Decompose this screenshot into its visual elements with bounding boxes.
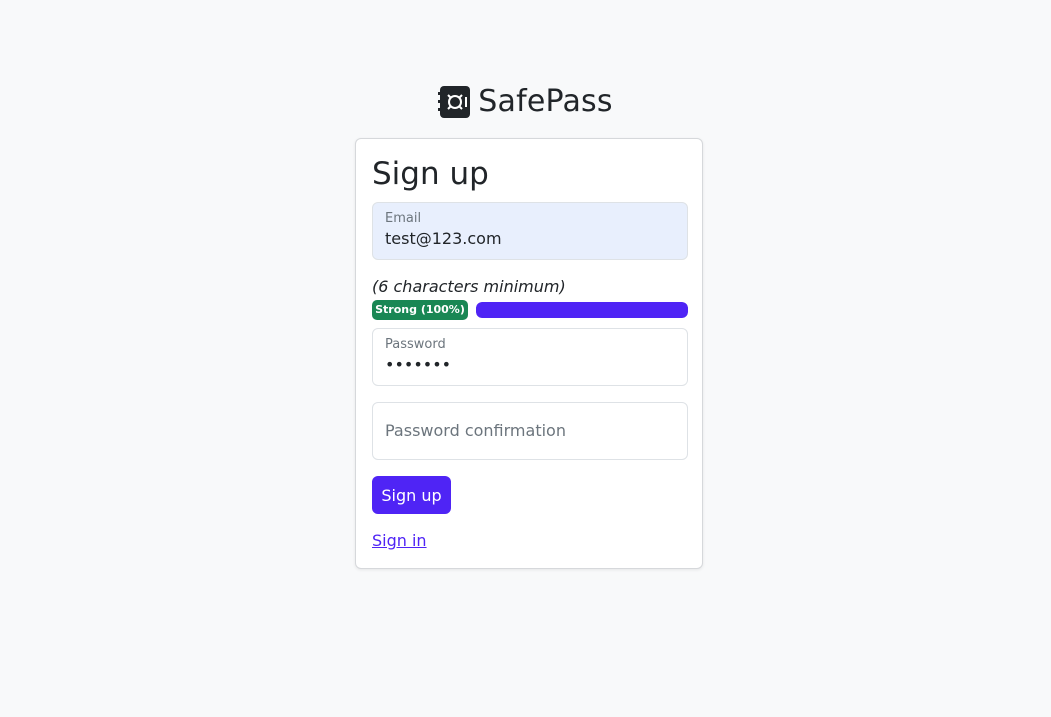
strength-meter-fill <box>476 302 688 318</box>
page-title: Sign up <box>372 156 489 192</box>
brand-name: SafePass <box>478 84 613 119</box>
strength-badge: Strong (100%) <box>372 300 468 320</box>
vault-icon <box>438 86 471 118</box>
password-hint: (6 characters minimum) <box>372 277 566 296</box>
signup-card: Sign up Email test@123.com (6 characters… <box>355 138 703 569</box>
sign-up-button[interactable]: Sign up <box>372 476 451 514</box>
email-field[interactable]: Email test@123.com <box>372 202 688 260</box>
brand-header: SafePass <box>0 84 1051 120</box>
password-confirmation-placeholder: Password confirmation <box>385 421 566 440</box>
password-label: Password <box>385 337 446 352</box>
password-value: ••••••• <box>385 355 452 374</box>
password-confirmation-field[interactable]: Password confirmation <box>372 402 688 460</box>
strength-meter <box>476 302 688 318</box>
sign-in-link[interactable]: Sign in <box>372 531 427 550</box>
email-value: test@123.com <box>385 229 502 248</box>
password-field[interactable]: Password ••••••• <box>372 328 688 386</box>
email-label: Email <box>385 211 422 226</box>
